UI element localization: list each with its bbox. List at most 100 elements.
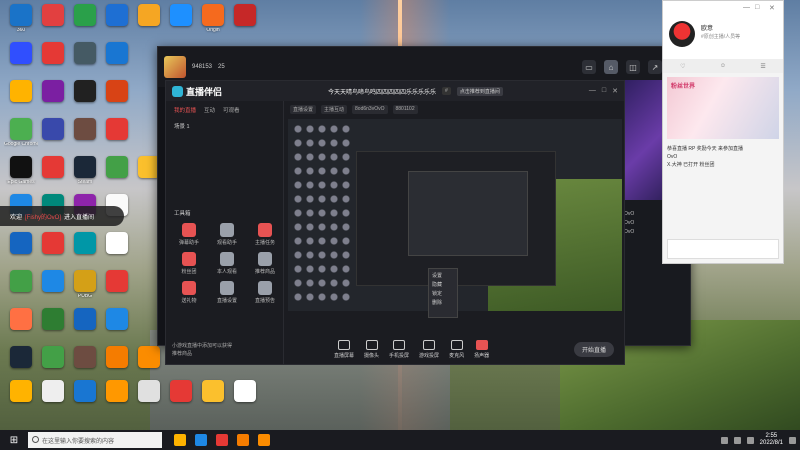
microphone-button[interactable]: 麦克风 — [449, 339, 464, 359]
desktop-icon[interactable] — [36, 42, 70, 84]
minimize-icon[interactable]: — — [743, 4, 750, 11]
desktop-icon[interactable] — [100, 156, 134, 198]
desktop-icon[interactable] — [100, 118, 134, 160]
tool-button[interactable]: 送礼物 — [172, 281, 206, 304]
close-icon[interactable]: ✕ — [769, 4, 775, 12]
maximize-icon[interactable]: □ — [602, 87, 606, 95]
recommend-hint[interactable]: 点击推荐到直播间 — [456, 86, 503, 96]
home-icon[interactable]: ⌂ — [604, 60, 618, 74]
desktop-icon[interactable] — [68, 308, 102, 350]
context-menu-item[interactable]: 锁定 — [432, 290, 454, 299]
desktop-icon[interactable]: Google Chrome — [4, 118, 38, 160]
input-method-icon[interactable] — [746, 436, 754, 444]
desktop-icon[interactable] — [36, 118, 70, 160]
taskbar-app-icon[interactable] — [216, 434, 228, 446]
tab-my-live[interactable]: 我的直播 — [174, 106, 196, 114]
volume-icon[interactable] — [733, 436, 741, 444]
tool-button[interactable]: 弹幕助手 — [172, 223, 206, 246]
desktop-icon[interactable] — [36, 156, 70, 198]
meta-chip[interactable]: 直播设置 — [290, 105, 317, 114]
desktop-icon[interactable] — [36, 4, 70, 46]
desktop-icon[interactable] — [100, 270, 134, 312]
taskbar-search[interactable]: 在这里输入你要搜索的内容 — [28, 432, 162, 448]
chat-tab-icon[interactable]: ☰ — [760, 63, 765, 70]
desktop-icon[interactable]: Origin — [196, 4, 230, 46]
desktop-icon[interactable] — [100, 232, 134, 274]
desktop-icon[interactable] — [4, 308, 38, 350]
meta-chip[interactable]: 主播互动 — [321, 105, 348, 114]
game-cast-button[interactable]: 游戏投屏 — [419, 339, 439, 359]
taskbar-app-icon[interactable] — [174, 434, 186, 446]
context-menu-item[interactable]: 设置 — [432, 272, 454, 281]
desktop-icon[interactable] — [100, 308, 134, 350]
desktop-icon[interactable] — [196, 380, 230, 422]
desktop-icon[interactable] — [68, 4, 102, 46]
desktop-icon[interactable]: Steam — [68, 156, 102, 198]
tool-button[interactable]: 直播预告 — [248, 281, 282, 304]
taskbar-app-icon[interactable] — [237, 434, 249, 446]
desktop-icon[interactable]: PUBG — [68, 270, 102, 312]
desktop-icon[interactable] — [100, 4, 134, 46]
desktop-icon[interactable] — [36, 308, 70, 350]
chat-avatar[interactable] — [669, 21, 695, 47]
network-icon[interactable] — [720, 436, 728, 444]
desktop-icon[interactable]: 360 — [4, 4, 38, 46]
desktop-icon[interactable] — [4, 380, 38, 422]
tab-watchable[interactable]: 可观看 — [223, 106, 240, 114]
tool-button[interactable]: 粉丝团 — [172, 252, 206, 275]
desktop-icon[interactable] — [100, 42, 134, 84]
desktop-icon[interactable] — [68, 118, 102, 160]
desktop-icon[interactable] — [68, 380, 102, 422]
desktop-icon[interactable] — [68, 80, 102, 122]
tool-button[interactable]: 直播设置 — [210, 281, 244, 304]
tool-button[interactable]: 观看助手 — [210, 223, 244, 246]
notification-icon[interactable] — [789, 436, 796, 444]
tab-interact[interactable]: 互动 — [204, 106, 215, 114]
desktop-icon[interactable] — [36, 80, 70, 122]
stream-tag[interactable]: # — [442, 87, 451, 95]
desktop-icon[interactable] — [100, 380, 134, 422]
desktop-icon[interactable] — [100, 80, 134, 122]
tool-button[interactable]: 本人观看 — [210, 252, 244, 275]
desktop-icon[interactable] — [4, 270, 38, 312]
screen-source-button[interactable]: 直播屏幕 — [334, 339, 354, 359]
desktop-icon[interactable]: Epic Games — [4, 156, 38, 198]
stream-title[interactable]: 今天天晴鸟啼鸟鸣四四四四四乐乐乐乐乐 — [328, 87, 436, 96]
context-menu-item[interactable]: 隐藏 — [432, 281, 454, 290]
desktop-icon[interactable] — [36, 270, 70, 312]
chat-tab-icon[interactable]: ♡ — [680, 63, 685, 70]
tool-button[interactable]: 推荐商品 — [248, 252, 282, 275]
screen-icon[interactable]: ▭ — [582, 60, 596, 74]
taskbar-app-icon[interactable] — [258, 434, 270, 446]
desktop-icon[interactable] — [68, 42, 102, 84]
close-icon[interactable]: ✕ — [612, 87, 618, 95]
maximize-icon[interactable]: □ — [755, 4, 759, 11]
chat-banner[interactable]: 粉丝世界 — [667, 77, 779, 139]
windows-start-icon[interactable]: ⊞ — [0, 430, 28, 450]
chat-input[interactable] — [667, 239, 779, 259]
desktop-icon[interactable] — [228, 4, 262, 46]
desktop-icon[interactable] — [36, 380, 70, 422]
start-live-button[interactable]: 开始直播 — [573, 341, 614, 357]
desktop-icon[interactable] — [68, 232, 102, 274]
desktop-icon[interactable] — [4, 232, 38, 274]
taskbar-app-icon[interactable] — [195, 434, 207, 446]
desktop-icon[interactable] — [132, 380, 166, 422]
speaker-button[interactable]: 扬声器 — [474, 339, 489, 359]
sidebar-note-line[interactable]: 推荐商品 — [172, 350, 232, 358]
streamer-avatar[interactable] — [164, 56, 186, 78]
desktop-icon[interactable] — [4, 80, 38, 122]
game-icon[interactable]: ◫ — [626, 60, 640, 74]
desktop-icon[interactable] — [36, 232, 70, 274]
desktop-icon[interactable] — [164, 380, 198, 422]
desktop-icon[interactable] — [4, 42, 38, 84]
context-menu-item[interactable]: 删除 — [432, 299, 454, 308]
desktop-icon[interactable] — [164, 4, 198, 46]
chat-tab-icon[interactable]: ☺ — [720, 63, 726, 69]
share-icon[interactable]: ↗ — [648, 60, 662, 74]
desktop-icon[interactable] — [132, 4, 166, 46]
scene-item[interactable]: 场景 1 — [166, 119, 283, 133]
clock[interactable]: 2:55 2022/8/1 — [760, 433, 783, 447]
tool-button[interactable]: 主播任务 — [248, 223, 282, 246]
minimize-icon[interactable]: — — [589, 87, 596, 95]
